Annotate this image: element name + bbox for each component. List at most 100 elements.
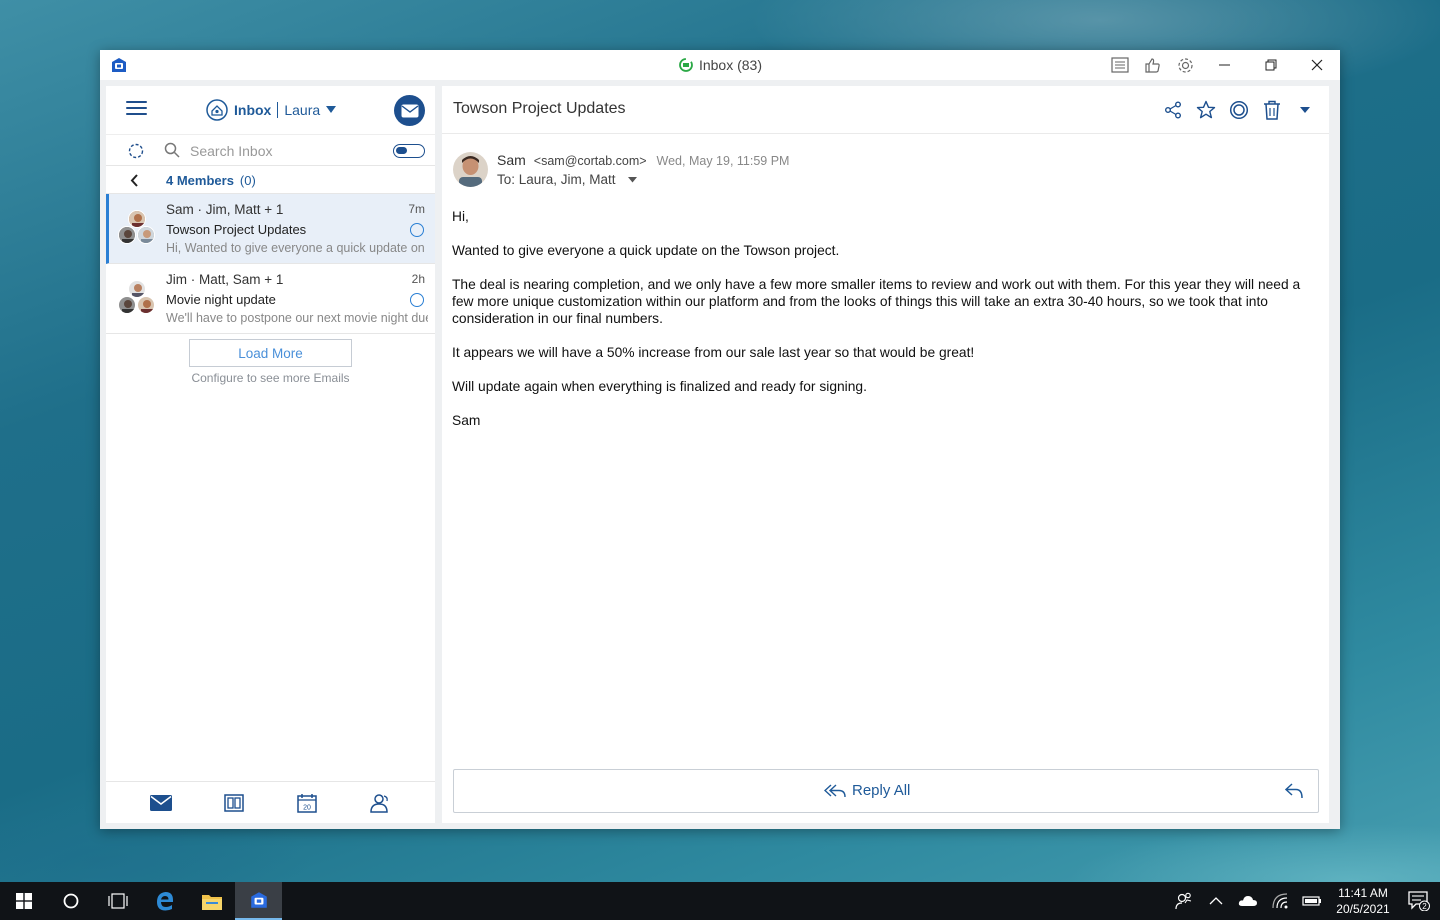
window-title-text: Inbox (83) <box>698 57 763 73</box>
close-icon <box>1311 59 1323 71</box>
thread-avatars <box>118 280 156 318</box>
reply-bar: Reply All <box>453 769 1319 813</box>
nav-boards[interactable] <box>214 782 254 824</box>
thread-from: Jim · Matt, Sam + 1 <box>166 272 284 287</box>
windows-icon <box>15 893 32 909</box>
body-paragraph: Sam <box>452 413 481 428</box>
folder-icon <box>201 894 222 910</box>
people-icon <box>1175 892 1192 910</box>
inbox-selector[interactable]: Inbox Laura <box>206 98 337 122</box>
inbox-label: Inbox <box>234 102 272 118</box>
sync-status-icon <box>679 58 693 72</box>
reply-icon[interactable] <box>1284 781 1304 801</box>
calendar-icon: 20 <box>297 793 317 813</box>
thread-preview: We'll have to postpone our next movie ni… <box>166 311 428 325</box>
file-explorer-button[interactable] <box>188 882 235 920</box>
thumbs-up-icon <box>1145 57 1160 73</box>
nav-calendar[interactable]: 20 <box>287 782 327 824</box>
thread-subject: Towson Project Updates <box>166 222 307 237</box>
cortana-button[interactable] <box>47 882 94 920</box>
more-actions-button[interactable] <box>1293 96 1317 124</box>
refresh-icon[interactable] <box>128 143 144 159</box>
thread-list-header: Inbox Laura <box>106 86 435 134</box>
system-tray: 11:41 AM 20/5/2021 2 <box>1168 882 1440 920</box>
members-label[interactable]: 4 Members (0) <box>166 173 256 188</box>
star-icon <box>1196 100 1216 119</box>
sender-avatar[interactable] <box>453 152 488 187</box>
avatar <box>453 152 488 187</box>
network-button[interactable] <box>1264 882 1296 920</box>
message-actions <box>1161 96 1317 124</box>
app-window: Inbox (83) Inbox Laura Search Inbox 4 Me… <box>100 50 1340 829</box>
taskbar: 11:41 AM 20/5/2021 2 <box>0 882 1440 920</box>
thread-time: 7m <box>408 202 425 216</box>
avatar <box>118 226 136 244</box>
back-chevron-icon[interactable] <box>130 174 139 187</box>
recipients-line[interactable]: To: Laura, Jim, Matt <box>497 172 637 187</box>
body-paragraph: Will update again when everything is fin… <box>452 379 867 394</box>
action-center-button[interactable]: 2 <box>1398 882 1440 920</box>
star-button[interactable] <box>1194 96 1218 124</box>
wifi-icon <box>1272 893 1288 909</box>
hamburger-line <box>126 107 147 109</box>
contacts-icon <box>370 793 389 813</box>
trash-icon <box>1264 100 1280 120</box>
reply-all-label: Reply All <box>852 782 911 799</box>
notification-count: 2 <box>1422 902 1427 911</box>
settings-button[interactable] <box>1169 50 1202 80</box>
caret-down-icon <box>627 176 637 182</box>
message-body: Hi, Wanted to give everyone a quick upda… <box>452 208 1312 446</box>
battery-icon <box>1302 896 1321 906</box>
onedrive-button[interactable] <box>1232 882 1264 920</box>
reply-all-button[interactable]: Reply All <box>824 782 910 799</box>
nav-contacts[interactable] <box>360 782 400 824</box>
share-button[interactable] <box>1161 96 1185 124</box>
thread-item[interactable]: Sam · Jim, Matt + 1 7m Towson Project Up… <box>106 194 435 264</box>
menu-button[interactable] <box>126 101 147 117</box>
search-input[interactable] <box>190 140 380 162</box>
app-taskbar-button[interactable] <box>235 882 282 920</box>
people-button[interactable] <box>1168 882 1200 920</box>
avatar <box>137 226 155 244</box>
delete-button[interactable] <box>1260 96 1284 124</box>
restore-button[interactable] <box>1248 50 1294 80</box>
account-name: Laura <box>284 102 321 118</box>
message-subject: Towson Project Updates <box>453 100 626 117</box>
mail-icon <box>149 794 172 811</box>
load-more-button[interactable]: Load More <box>189 339 352 367</box>
unread-indicator[interactable] <box>410 223 424 237</box>
show-hidden-icons-button[interactable] <box>1200 882 1232 920</box>
reading-layout-button[interactable] <box>1103 50 1136 80</box>
edge-icon <box>156 892 173 911</box>
inbox-divider <box>277 102 279 118</box>
mark-done-button[interactable] <box>1227 96 1251 124</box>
configure-note[interactable]: Configure to see more Emails <box>106 371 435 385</box>
caret-down-icon <box>1300 106 1310 113</box>
cortana-circle-icon <box>63 893 78 909</box>
unread-indicator[interactable] <box>410 293 424 307</box>
compose-button[interactable] <box>394 95 425 126</box>
avatar <box>118 296 136 314</box>
minimize-button[interactable] <box>1202 50 1248 80</box>
start-button[interactable] <box>0 882 47 920</box>
feedback-button[interactable] <box>1136 50 1169 80</box>
reply-all-icon <box>824 783 846 797</box>
battery-button[interactable] <box>1296 882 1328 920</box>
edge-button[interactable] <box>141 882 188 920</box>
clock[interactable]: 11:41 AM 20/5/2021 <box>1328 885 1398 917</box>
done-circle-icon <box>1229 100 1249 120</box>
bottom-nav: 20 <box>106 781 435 823</box>
thread-from: Sam · Jim, Matt + 1 <box>166 202 284 217</box>
task-view-button[interactable] <box>94 882 141 920</box>
nav-mail[interactable] <box>141 782 181 824</box>
inbox-icon <box>206 99 228 121</box>
members-count: (0) <box>239 173 256 188</box>
thread-item[interactable]: Jim · Matt, Sam + 1 2h Movie night updat… <box>106 264 435 334</box>
clock-date: 20/5/2021 <box>1336 902 1390 916</box>
sender-name[interactable]: Sam <box>497 152 526 168</box>
filter-toggle[interactable] <box>393 144 425 158</box>
close-button[interactable] <box>1294 50 1340 80</box>
body-paragraph: Wanted to give everyone a quick update o… <box>452 243 840 258</box>
app-logo-icon <box>250 892 267 908</box>
search-icon <box>164 142 180 158</box>
